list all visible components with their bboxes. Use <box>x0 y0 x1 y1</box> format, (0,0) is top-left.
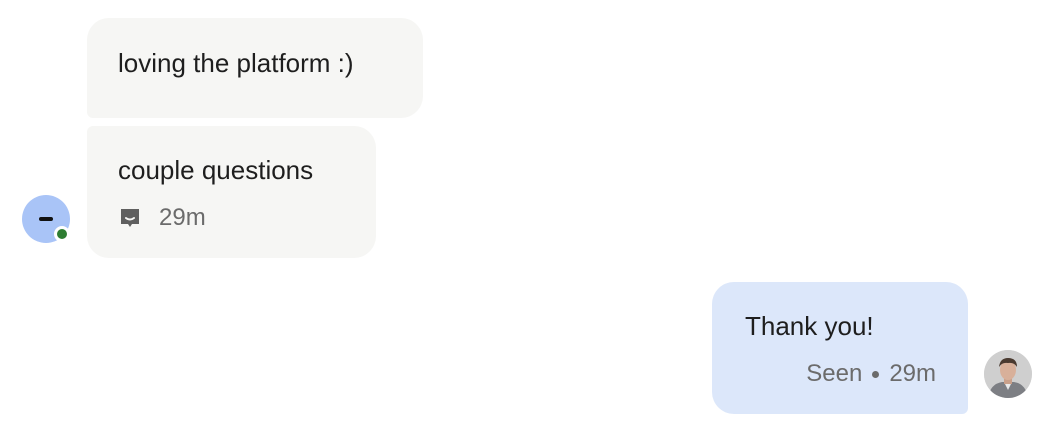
chat-thread: loving the platform :) couple questions … <box>0 0 1062 424</box>
minus-icon <box>39 217 53 221</box>
message-meta: 29m <box>119 204 206 232</box>
incoming-message: couple questions 29m <box>87 126 376 258</box>
incoming-message: loving the platform :) <box>87 18 423 118</box>
separator-dot <box>872 370 880 378</box>
online-status-indicator <box>54 226 70 242</box>
user-photo-icon <box>984 350 1032 398</box>
message-time: 29m <box>159 204 206 231</box>
message-meta: Seen 29m <box>806 360 936 388</box>
chat-bubble-icon <box>121 209 139 227</box>
message-time: 29m <box>889 360 936 387</box>
message-text: couple questions <box>118 155 314 185</box>
message-text: Thank you! <box>745 311 874 341</box>
avatar[interactable] <box>984 350 1032 398</box>
outgoing-message: Thank you! Seen 29m <box>712 282 968 414</box>
message-text: loving the platform :) <box>118 48 354 78</box>
read-status: Seen <box>806 360 863 387</box>
